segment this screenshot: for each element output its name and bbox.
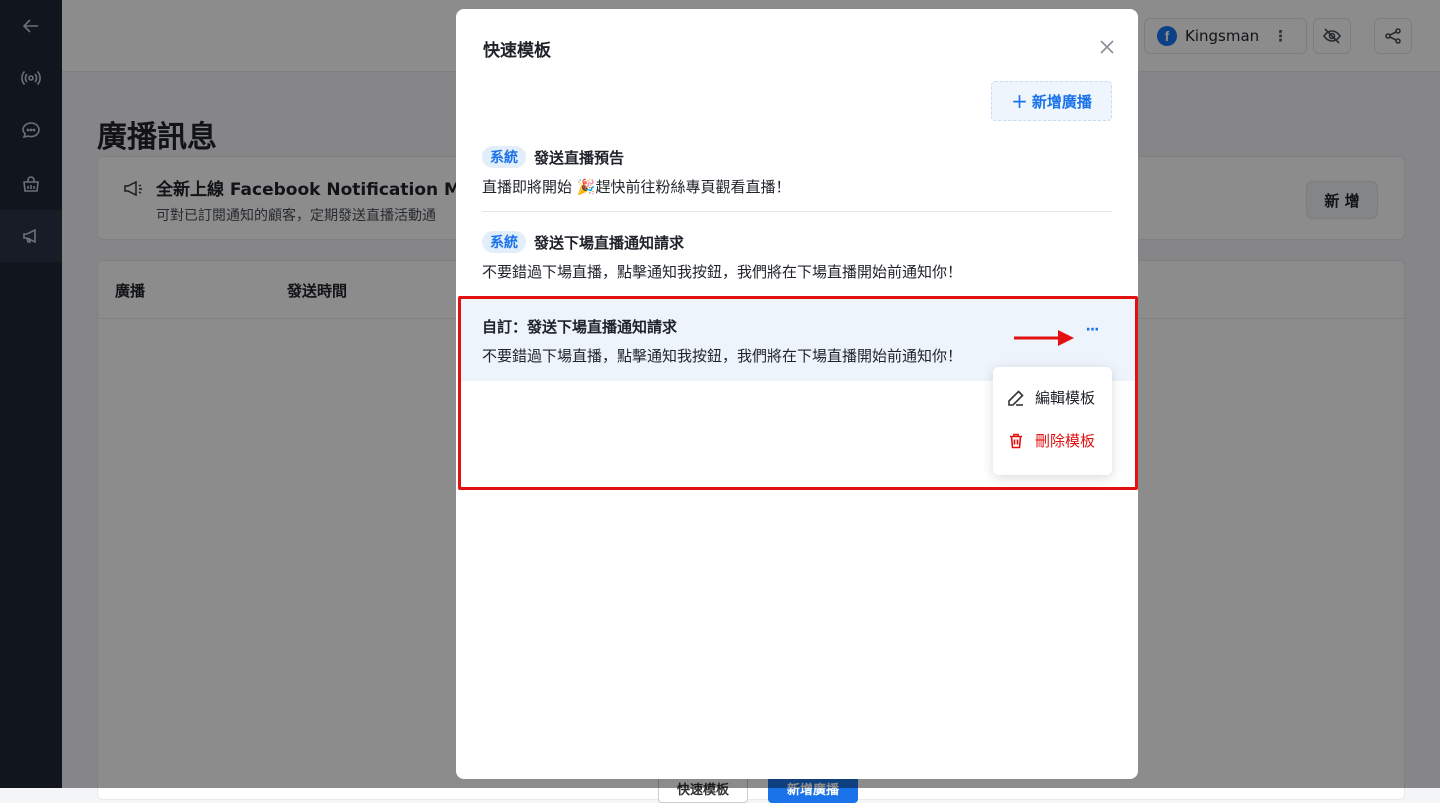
template-item[interactable]: 系統 發送下場直播通知請求 不要錯過下場直播，點擊通知我按鈕，我們將在下場直播開…	[482, 231, 1112, 282]
template-title: 發送下場直播通知請求	[534, 233, 685, 252]
template-action-menu: 編輯模板 刪除模板	[993, 367, 1112, 475]
edit-icon	[1008, 389, 1024, 406]
trash-icon	[1010, 433, 1022, 448]
system-badge: 系統	[482, 146, 526, 168]
modal-title: 快速模板	[483, 41, 551, 61]
template-title: 發送直播預告	[534, 148, 625, 167]
system-badge: 系統	[482, 231, 526, 253]
delete-template-item[interactable]: 刪除模板	[1007, 430, 1095, 451]
template-body: 不要錯過下場直播，點擊通知我按鈕，我們將在下場直播開始前通知你！	[482, 263, 963, 281]
new-broadcast-label: 新增廣播	[1031, 92, 1092, 111]
template-item[interactable]: 系統 發送直播預告 直播即將開始 🎉趕快前往粉絲專頁觀看直播！	[482, 146, 1112, 197]
new-broadcast-button[interactable]: + 新增廣播	[991, 81, 1112, 121]
delete-template-label: 刪除模板	[1035, 432, 1096, 450]
edit-template-item[interactable]: 編輯模板	[1007, 387, 1095, 408]
close-icon	[1100, 40, 1114, 54]
edit-template-label: 編輯模板	[1035, 389, 1096, 407]
template-body: 直播即將開始 🎉趕快前往粉絲專頁觀看直播！	[482, 178, 791, 196]
plus-icon: +	[1011, 89, 1028, 113]
close-button[interactable]	[1096, 36, 1118, 58]
divider	[482, 211, 1112, 212]
